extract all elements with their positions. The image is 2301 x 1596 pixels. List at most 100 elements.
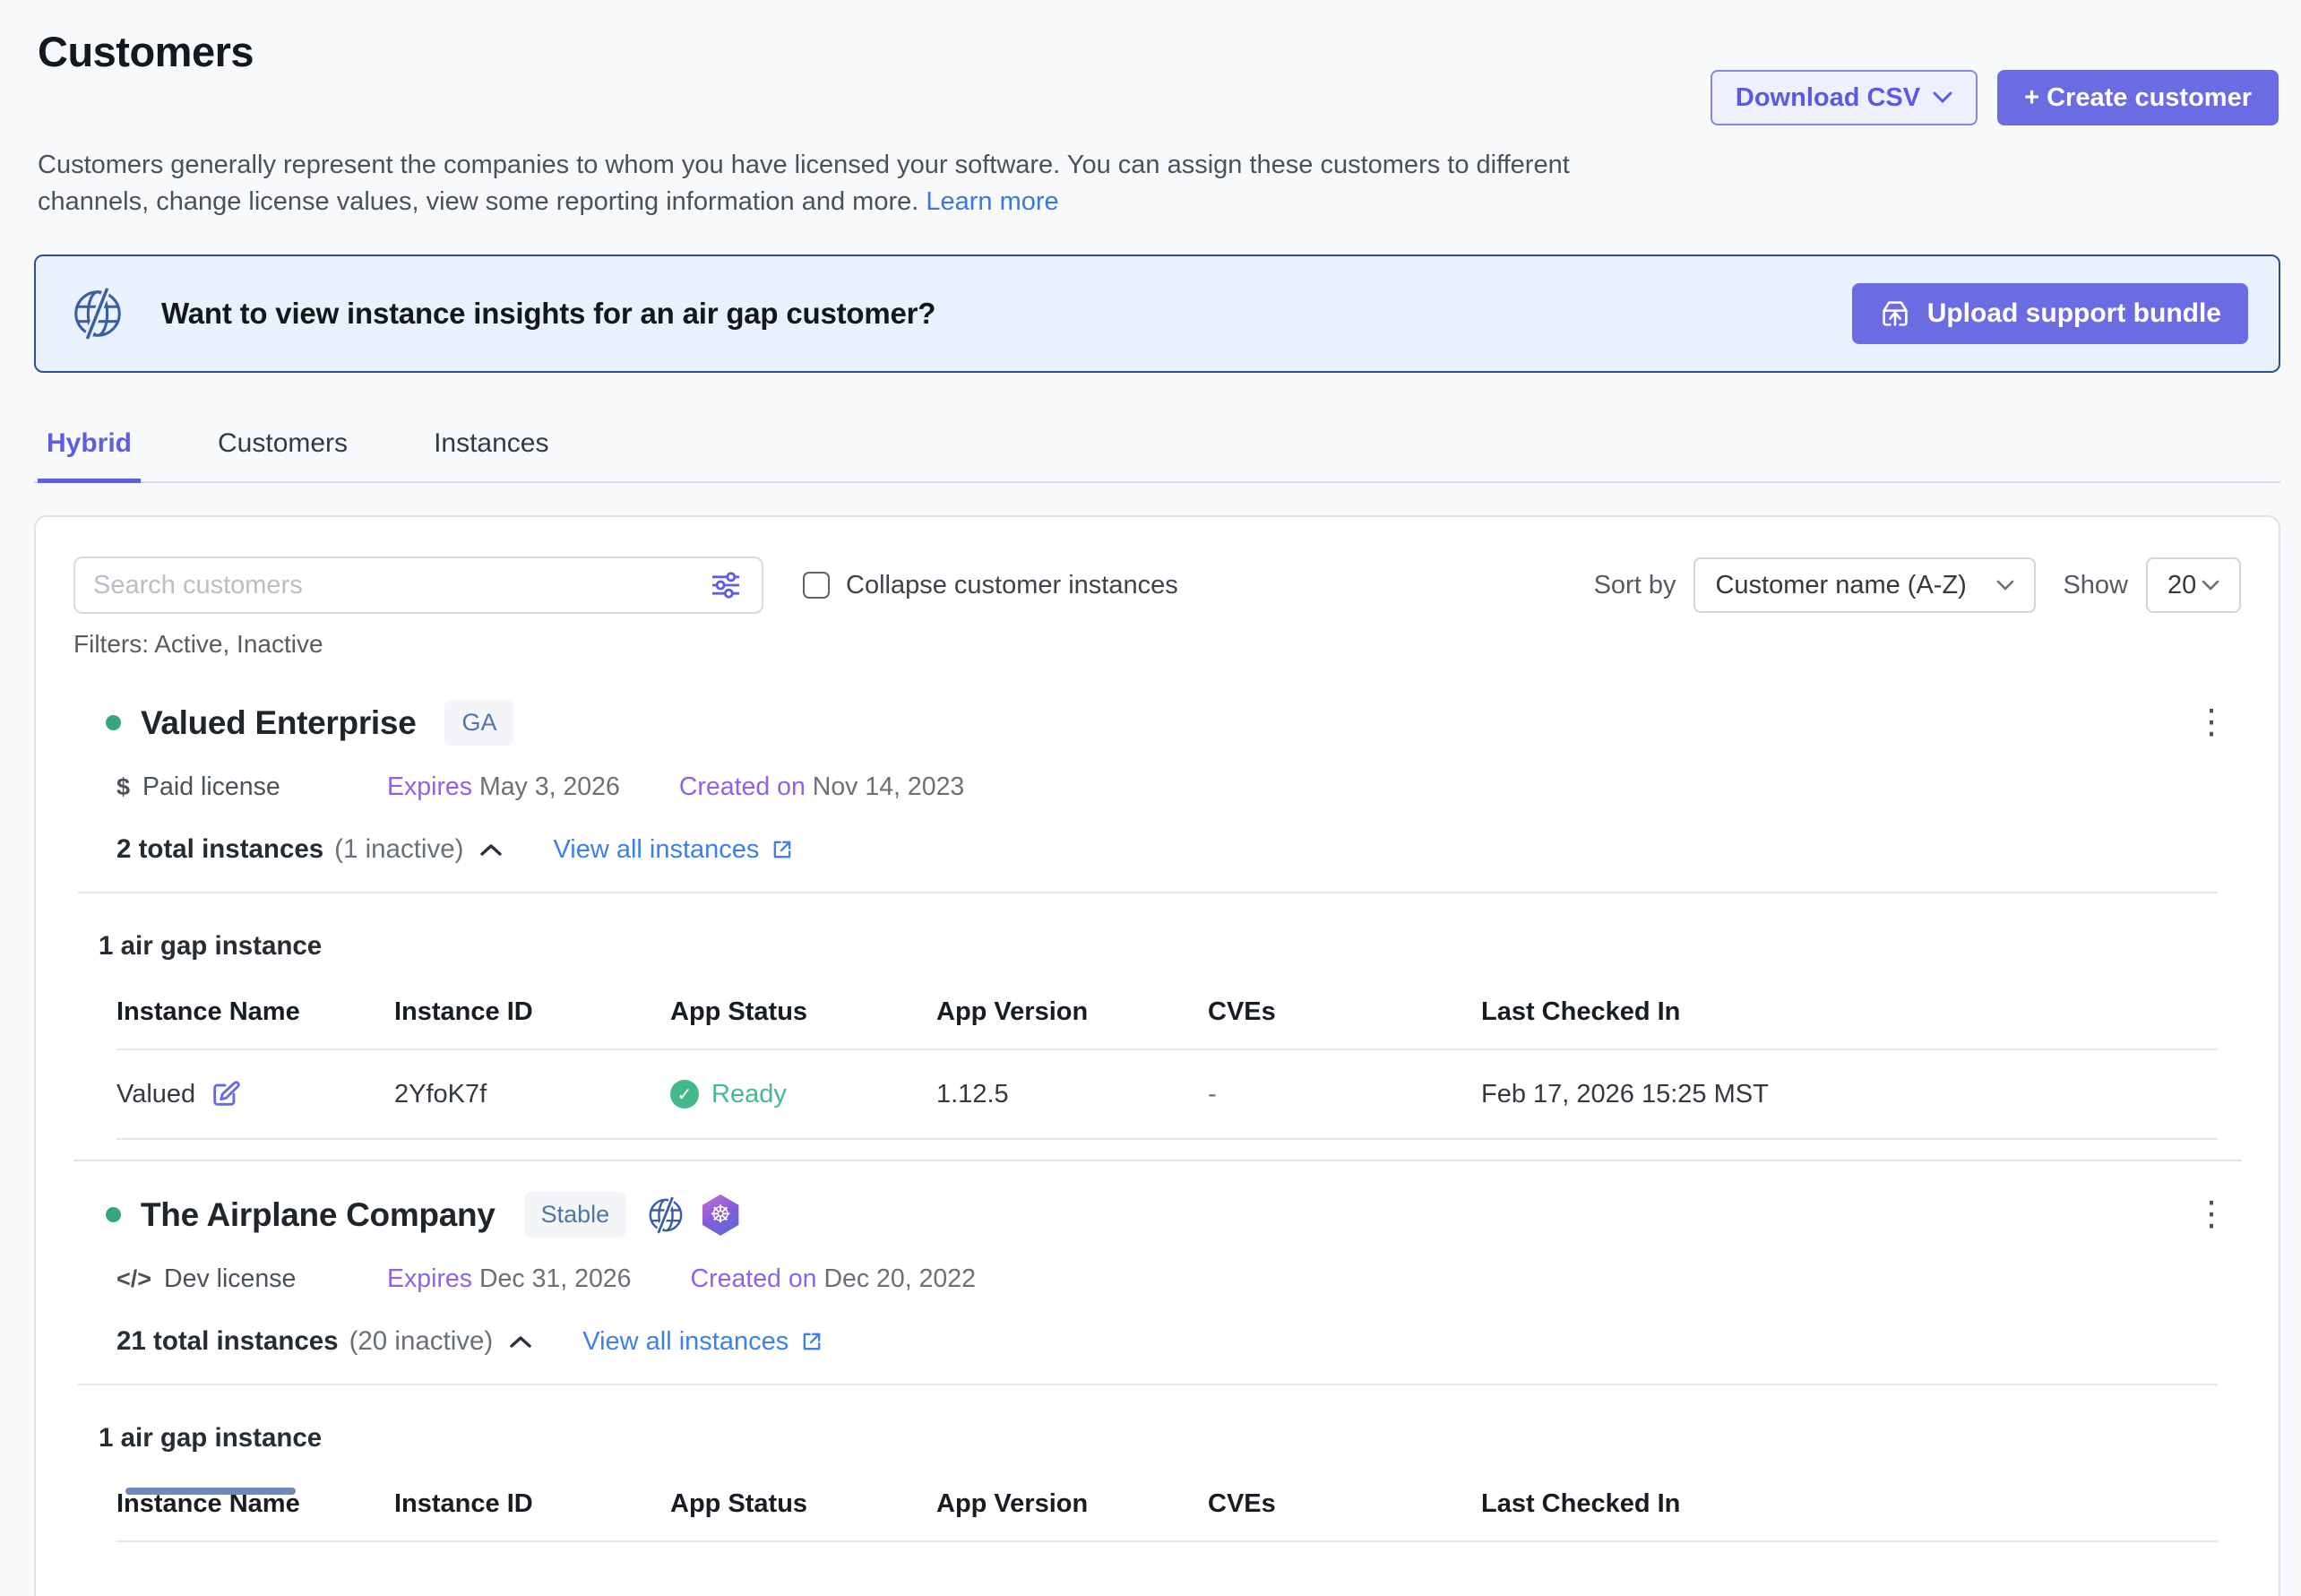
- license-type: </> Dev license: [116, 1264, 387, 1294]
- tab-instances[interactable]: Instances: [425, 414, 557, 483]
- col-app-status: App Status: [670, 997, 936, 1027]
- active-status-dot: [106, 715, 121, 730]
- show-count-select[interactable]: 20: [2146, 557, 2241, 613]
- external-link-icon: [799, 1329, 824, 1354]
- chevron-down-icon: [2202, 580, 2219, 591]
- col-app-version: App Version: [936, 1489, 1208, 1519]
- view-all-instances-link[interactable]: View all instances: [582, 1327, 824, 1357]
- page-title: Customers: [38, 27, 254, 76]
- instances-inactive: (20 inactive): [349, 1326, 494, 1357]
- active-filters-text: Filters: Active, Inactive: [73, 630, 2241, 659]
- expires-value: Dec 31, 2026: [472, 1264, 631, 1293]
- divider: [78, 892, 2218, 893]
- filter-sliders-icon[interactable]: [708, 567, 744, 603]
- show-label: Show: [2063, 571, 2128, 600]
- dev-license-icon: </>: [116, 1265, 151, 1293]
- kubernetes-icon: ☸: [700, 1195, 741, 1236]
- page-description: Customers generally represent the compan…: [34, 147, 1620, 220]
- license-type: $ Paid license: [116, 772, 387, 802]
- sort-by-select[interactable]: Customer name (A-Z): [1693, 557, 2036, 613]
- instances-inactive: (1 inactive): [334, 834, 463, 865]
- customers-panel: Collapse customer instances Sort by Cust…: [34, 515, 2280, 1596]
- description-text: Customers generally represent the compan…: [38, 151, 1570, 216]
- license-type-label: Dev license: [164, 1264, 296, 1294]
- channel-badge: Stable: [524, 1192, 627, 1238]
- horizontal-scrollbar-thumb[interactable]: [125, 1488, 296, 1495]
- collapse-caret-icon[interactable]: [509, 1334, 532, 1350]
- col-app-status: App Status: [670, 1489, 936, 1519]
- last-checked-in: Feb 17, 2026 15:25 MST: [1481, 1080, 2218, 1109]
- upload-support-bundle-button[interactable]: Upload support bundle: [1852, 283, 2248, 344]
- col-last-checked-in: Last Checked In: [1481, 1489, 2218, 1519]
- customer-menu-kebab-icon[interactable]: ⋮: [2194, 1197, 2228, 1231]
- expires-date: Expires Dec 31, 2026: [387, 1264, 632, 1294]
- edit-instance-name-icon[interactable]: [210, 1079, 240, 1109]
- create-customer-button[interactable]: + Create customer: [1997, 70, 2279, 125]
- col-instance-name: Instance Name: [116, 997, 394, 1027]
- col-last-checked-in: Last Checked In: [1481, 997, 2218, 1027]
- col-instance-id: Instance ID: [394, 997, 670, 1027]
- tab-hybrid[interactable]: Hybrid: [38, 414, 141, 483]
- app-status: ✓ Ready: [670, 1080, 936, 1109]
- instances-total: 2 total instances: [116, 834, 323, 865]
- license-type-label: Paid license: [142, 772, 280, 802]
- col-app-version: App Version: [936, 997, 1208, 1027]
- learn-more-link[interactable]: Learn more: [926, 187, 1058, 216]
- created-date: Created on Dec 20, 2022: [691, 1264, 976, 1294]
- instance-id: 2YfoK7f: [394, 1080, 670, 1109]
- tab-customers[interactable]: Customers: [209, 414, 357, 483]
- search-box[interactable]: [73, 556, 763, 614]
- col-cves: CVEs: [1208, 997, 1481, 1027]
- sort-by-value: Customer name (A-Z): [1715, 571, 1966, 600]
- page-header: Customers Download CSV + Create customer: [34, 27, 2280, 125]
- view-all-instances-link[interactable]: View all instances: [553, 835, 795, 865]
- created-value: Dec 20, 2022: [817, 1264, 976, 1293]
- collapse-instances-label: Collapse customer instances: [846, 571, 1178, 600]
- chevron-down-icon: [1933, 91, 1952, 104]
- download-csv-label: Download CSV: [1736, 83, 1920, 113]
- customer-name[interactable]: The Airplane Company: [141, 1196, 496, 1234]
- cves-value: -: [1208, 1080, 1481, 1109]
- sort-by-label: Sort by: [1594, 571, 1676, 600]
- create-customer-label: + Create customer: [2024, 83, 2252, 113]
- created-label: Created on: [691, 1264, 817, 1293]
- customer-card-valued-enterprise: ⋮ Valued Enterprise GA $ Paid license Ex…: [73, 700, 2241, 1161]
- airgap-banner: Want to view instance insights for an ai…: [34, 254, 2280, 373]
- expires-label: Expires: [387, 772, 472, 801]
- paid-license-icon: $: [116, 773, 130, 801]
- airgap-instances-table: Instance Name Instance ID App Status App…: [116, 1489, 2218, 1542]
- customer-separator: [73, 1160, 2242, 1161]
- chevron-down-icon: [1996, 580, 2014, 591]
- divider: [78, 1384, 2218, 1385]
- airgap-instances-heading: 1 air gap instance: [99, 931, 2241, 962]
- customer-name[interactable]: Valued Enterprise: [141, 704, 416, 742]
- download-csv-button[interactable]: Download CSV: [1711, 70, 1978, 125]
- upload-bundle-icon: [1879, 298, 1911, 330]
- airgap-globe-icon: [646, 1195, 685, 1235]
- view-all-instances-label: View all instances: [582, 1327, 789, 1357]
- col-cves: CVEs: [1208, 1489, 1481, 1519]
- instance-name: Valued: [116, 1080, 195, 1109]
- airgap-instances-table: Instance Name Instance ID App Status App…: [116, 997, 2218, 1140]
- toolbar: Collapse customer instances Sort by Cust…: [73, 556, 2241, 614]
- ready-check-icon: ✓: [670, 1080, 699, 1109]
- table-row: Valued 2YfoK7f ✓ Ready 1.12.5 - Feb 17, …: [116, 1050, 2218, 1140]
- table-header-row: Instance Name Instance ID App Status App…: [116, 1489, 2218, 1542]
- search-input[interactable]: [93, 571, 708, 600]
- created-label: Created on: [679, 772, 806, 801]
- collapse-caret-icon[interactable]: [479, 842, 503, 858]
- created-date: Created on Nov 14, 2023: [679, 772, 964, 802]
- tab-bar: Hybrid Customers Instances: [34, 414, 2280, 483]
- collapse-instances-checkbox[interactable]: [803, 572, 830, 599]
- external-link-icon: [770, 837, 795, 862]
- app-version: 1.12.5: [936, 1080, 1208, 1109]
- show-count-value: 20: [2167, 571, 2196, 600]
- customer-menu-kebab-icon[interactable]: ⋮: [2194, 705, 2228, 739]
- created-value: Nov 14, 2023: [806, 772, 964, 801]
- expires-label: Expires: [387, 1264, 472, 1293]
- airgap-globe-icon: [70, 286, 125, 341]
- table-header-row: Instance Name Instance ID App Status App…: [116, 997, 2218, 1050]
- customer-card-airplane-company: ⋮ The Airplane Company Stable: [73, 1192, 2241, 1542]
- channel-badge: GA: [444, 700, 513, 746]
- airgap-instances-heading: 1 air gap instance: [99, 1423, 2241, 1454]
